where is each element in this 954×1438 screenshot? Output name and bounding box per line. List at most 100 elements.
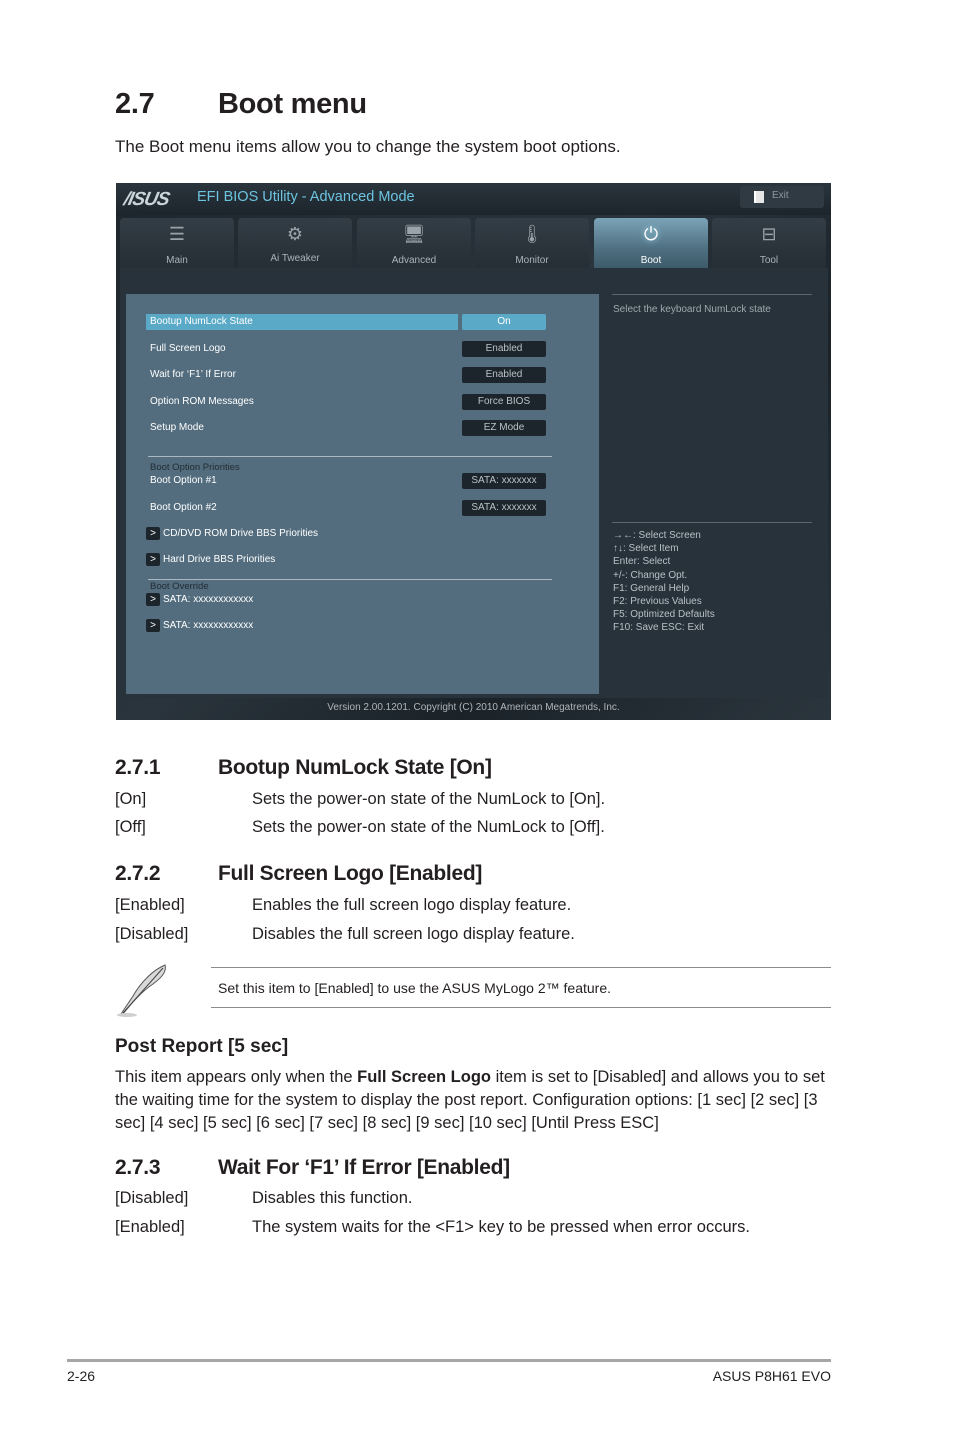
subsection-heading: 2.7.3 Wait For ‘F1’ If Error [Enabled] [115,1156,510,1180]
value-boot-option-1[interactable]: SATA: xxxxxxx [462,473,546,489]
subsection-title: Bootup NumLock State [On] [218,756,492,779]
value-setup-mode[interactable]: EZ Mode [462,420,546,436]
option-desc: Disables this function. [252,1189,413,1207]
ai-tweaker-icon: ⚙ [286,224,304,244]
key-hint: →←: Select Screen [613,530,701,541]
key-hint: F5: Optimized Defaults [613,609,715,621]
boot-override-item[interactable]: > SATA: xxxxxxxxxxxx [146,619,253,633]
power-icon: ⏻ [643,224,659,244]
tab-label: Main [166,255,188,266]
help-panel: Select the keyboard NumLock state →←: Se… [602,294,824,694]
submenu-cd-dvd-bbs-priorities[interactable]: > CD/DVD ROM Drive BBS Priorities [146,527,318,541]
subsection-heading: 2.7.1 Bootup NumLock State [On] [115,756,492,780]
chevron-right-icon: > [146,527,160,540]
option-row: [Enabled] The system waits for the <F1> k… [115,1218,750,1237]
feather-pen-icon [117,964,166,1017]
tab-ai-tweaker[interactable]: ⚙ Ai Tweaker [238,218,352,268]
value-option-rom-messages[interactable]: Force BIOS [462,394,546,410]
asus-logo: /ISUS [121,189,171,210]
tab-label: Ai Tweaker [270,253,320,264]
settings-panel: Bootup NumLock State On Full Screen Logo… [126,294,599,694]
exit-button[interactable]: Exit [740,186,824,208]
bios-title-bar: /ISUS EFI BIOS Utility - Advanced Mode E… [116,183,831,215]
tab-tool[interactable]: ⊟ Tool [712,218,826,268]
setting-boot-option-2[interactable]: Boot Option #2 [146,500,458,516]
option-row: [Disabled] Disables this function. [115,1189,413,1208]
setting-wait-for-f1[interactable]: Wait for ‘F1’ If Error [146,367,458,383]
value-boot-option-2[interactable]: SATA: xxxxxxx [462,500,546,516]
option-key: [Disabled] [115,925,189,943]
tab-label: Monitor [515,255,549,266]
subsection-title: Full Screen Logo [Enabled] [218,862,483,885]
paragraph-text: This item appears only when the [115,1068,358,1086]
setting-boot-option-1[interactable]: Boot Option #1 [146,473,458,489]
note-bottom-rule [211,1007,831,1008]
option-row: [On] Sets the power-on state of the NumLo… [115,790,605,809]
option-key: [On] [115,790,147,808]
divider [612,294,812,295]
post-report-heading: Post Report [5 sec] [115,1036,289,1057]
setting-setup-mode[interactable]: Setup Mode [146,420,458,436]
option-desc: Enables the full screen logo display fea… [252,896,572,914]
tab-label: Advanced [391,255,437,266]
subsection-number: 2.7.2 [115,862,161,885]
option-row: [Disabled] Disables the full screen logo … [115,925,575,944]
subsection-title: Wait For ‘F1’ If Error [Enabled] [218,1156,510,1179]
key-hint: +/-: Change Opt. [613,569,688,581]
subsection-heading: 2.7.2 Full Screen Logo [Enabled] [115,862,482,886]
option-desc: The system waits for the <F1> key to be … [252,1218,750,1236]
chevron-right-icon: > [146,553,160,566]
page-number: 2-26 [67,1368,96,1384]
value-wait-for-f1[interactable]: Enabled [462,367,546,383]
option-key: [Enabled] [115,896,185,914]
tab-label: Tool [759,255,779,266]
chevron-right-icon: > [146,593,160,606]
submenu-label: Hard Drive BBS Priorities [163,554,276,566]
divider [148,579,552,580]
section-title: Boot menu [218,88,367,120]
subsection-number: 2.7.1 [115,756,161,779]
option-desc: Sets the power-on state of the NumLock t… [252,818,605,836]
setting-bootup-numlock-state[interactable]: Bootup NumLock State [146,314,458,330]
key-hint: F2: Previous Values [613,596,702,608]
tab-boot[interactable]: ⏻ Boot [594,218,708,268]
tab-label: Boot [640,255,662,266]
submenu-hard-drive-bbs-priorities[interactable]: > Hard Drive BBS Priorities [146,553,275,567]
tab-advanced[interactable]: 🖥 Advanced [357,218,471,268]
help-text: Select the keyboard NumLock state [613,304,771,315]
toolbox-icon: ⊟ [761,224,777,244]
advanced-icon: 🖥 [402,224,426,244]
post-report-paragraph: This item appears only when the Full Scr… [115,1066,835,1135]
monitor-thermometer-icon: 🌡 [520,224,544,244]
option-key: [Enabled] [115,1218,185,1236]
value-full-screen-logo[interactable]: Enabled [462,341,546,357]
option-row: [Enabled] Enables the full screen logo di… [115,896,571,915]
boot-override-item[interactable]: > SATA: xxxxxxxxxxxx [146,593,253,607]
boot-override-label: Boot Override [150,581,209,592]
setting-full-screen-logo[interactable]: Full Screen Logo [146,341,458,357]
option-key: [Disabled] [115,1189,189,1207]
divider [148,456,552,457]
override-label: SATA: xxxxxxxxxxxx [163,594,254,606]
value-bootup-numlock-state[interactable]: On [462,314,546,330]
bios-screenshot: /ISUS EFI BIOS Utility - Advanced Mode E… [116,183,831,720]
key-hint: F10: Save ESC: Exit [613,622,705,634]
option-desc: Sets the power-on state of the NumLock t… [252,790,606,808]
exit-label: Exit [772,190,789,201]
key-hint: Enter: Select [613,556,671,568]
paragraph-bold-text: Full Screen Logo [357,1068,491,1086]
submenu-label: CD/DVD ROM Drive BBS Priorities [163,528,319,540]
option-key: [Off] [115,818,146,836]
override-label: SATA: xxxxxxxxxxxx [163,620,254,632]
key-hint: ↑↓: Select Item [613,543,679,555]
section-heading: 2.7 Boot menu [115,88,367,121]
footer-rule [67,1359,831,1362]
tab-monitor[interactable]: 🌡 Monitor [475,218,589,268]
option-desc: Disables the full screen logo display fe… [252,925,575,943]
tab-main[interactable]: ☰ Main [120,218,234,268]
option-row: [Off] Sets the power-on state of the NumL… [115,818,605,837]
product-name: ASUS P8H61 EVO [712,1368,831,1384]
chevron-right-icon: > [146,619,160,632]
section-intro: The Boot menu items allow you to change … [115,137,621,156]
setting-option-rom-messages[interactable]: Option ROM Messages [146,394,458,410]
